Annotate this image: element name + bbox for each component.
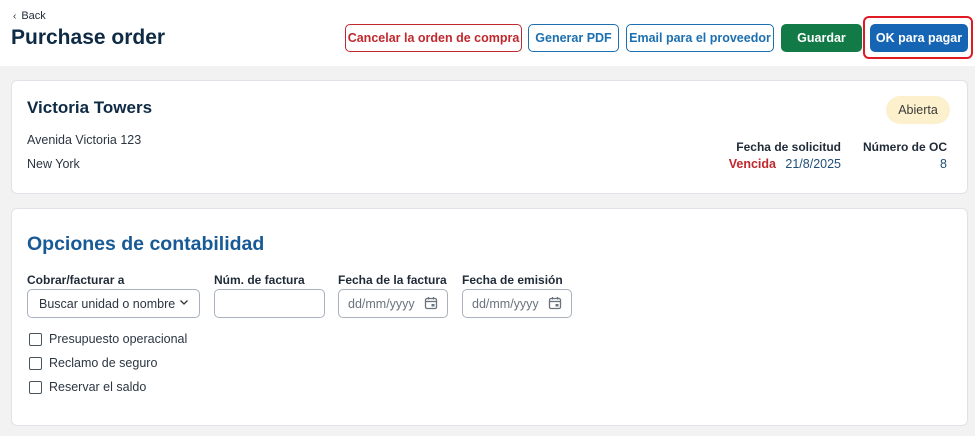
property-card: Victoria Towers Avenida Victoria 123 New… (11, 80, 968, 194)
address-line-1: Avenida Victoria 123 (27, 133, 142, 147)
property-name: Victoria Towers (27, 98, 153, 117)
chevron-left-icon: ‹ (13, 10, 17, 22)
email-vendor-button[interactable]: Email para el proveedor (626, 24, 774, 52)
operational-budget-checkbox[interactable]: Presupuesto operacional (29, 332, 187, 346)
invoice-number-input[interactable] (214, 289, 325, 318)
checkbox-label: Reclamo de seguro (49, 356, 158, 370)
save-button[interactable]: Guardar (781, 24, 862, 52)
generate-pdf-button[interactable]: Generar PDF (528, 24, 619, 52)
top-bar: ‹ Back Purchase order Cancelar la orden … (0, 0, 975, 66)
insurance-claim-checkbox[interactable]: Reclamo de seguro (29, 356, 157, 370)
calendar-icon[interactable] (548, 296, 562, 310)
reserve-balance-checkbox[interactable]: Reservar el saldo (29, 380, 146, 394)
accounting-options-card: Opciones de contabilidad Cobrar/facturar… (11, 208, 968, 426)
chevron-down-icon (179, 297, 189, 310)
calendar-icon[interactable] (424, 296, 438, 310)
section-title: Opciones de contabilidad (27, 233, 265, 255)
status-badge: Abierta (886, 96, 950, 124)
invoice-date-label: Fecha de la factura (338, 273, 447, 287)
request-date-value: 21/8/2025 (785, 157, 841, 171)
po-number-label: Número de OC (862, 140, 947, 154)
bill-to-select[interactable]: Buscar unidad o nombre (27, 289, 200, 318)
overdue-label: Vencida (728, 157, 776, 171)
issue-date-label: Fecha de emisión (462, 273, 563, 287)
checkbox[interactable] (29, 332, 42, 346)
page-title: Purchase order (11, 26, 166, 49)
back-label: Back (21, 10, 46, 22)
back-link[interactable]: ‹ Back (13, 10, 46, 22)
checkbox[interactable] (29, 380, 42, 394)
invoice-date-placeholder: dd/mm/yyyy (348, 296, 415, 311)
bill-to-label: Cobrar/facturar a (27, 273, 125, 287)
checkbox-label: Reservar el saldo (49, 380, 147, 394)
issue-date-placeholder: dd/mm/yyyy (472, 296, 539, 311)
ok-to-pay-button[interactable]: OK para pagar (870, 24, 968, 52)
address-line-2: New York (27, 157, 80, 171)
cancel-order-button[interactable]: Cancelar la orden de compra (345, 24, 522, 52)
po-number-value: 8 (940, 157, 947, 171)
checkbox[interactable] (29, 356, 42, 370)
checkbox-label: Presupuesto operacional (49, 332, 188, 346)
invoice-number-label: Núm. de factura (214, 273, 305, 287)
issue-date-input[interactable]: dd/mm/yyyy (462, 289, 572, 318)
invoice-date-input[interactable]: dd/mm/yyyy (338, 289, 448, 318)
request-date-label: Fecha de solicitud (736, 140, 841, 154)
bill-to-placeholder: Buscar unidad o nombre (39, 296, 176, 311)
